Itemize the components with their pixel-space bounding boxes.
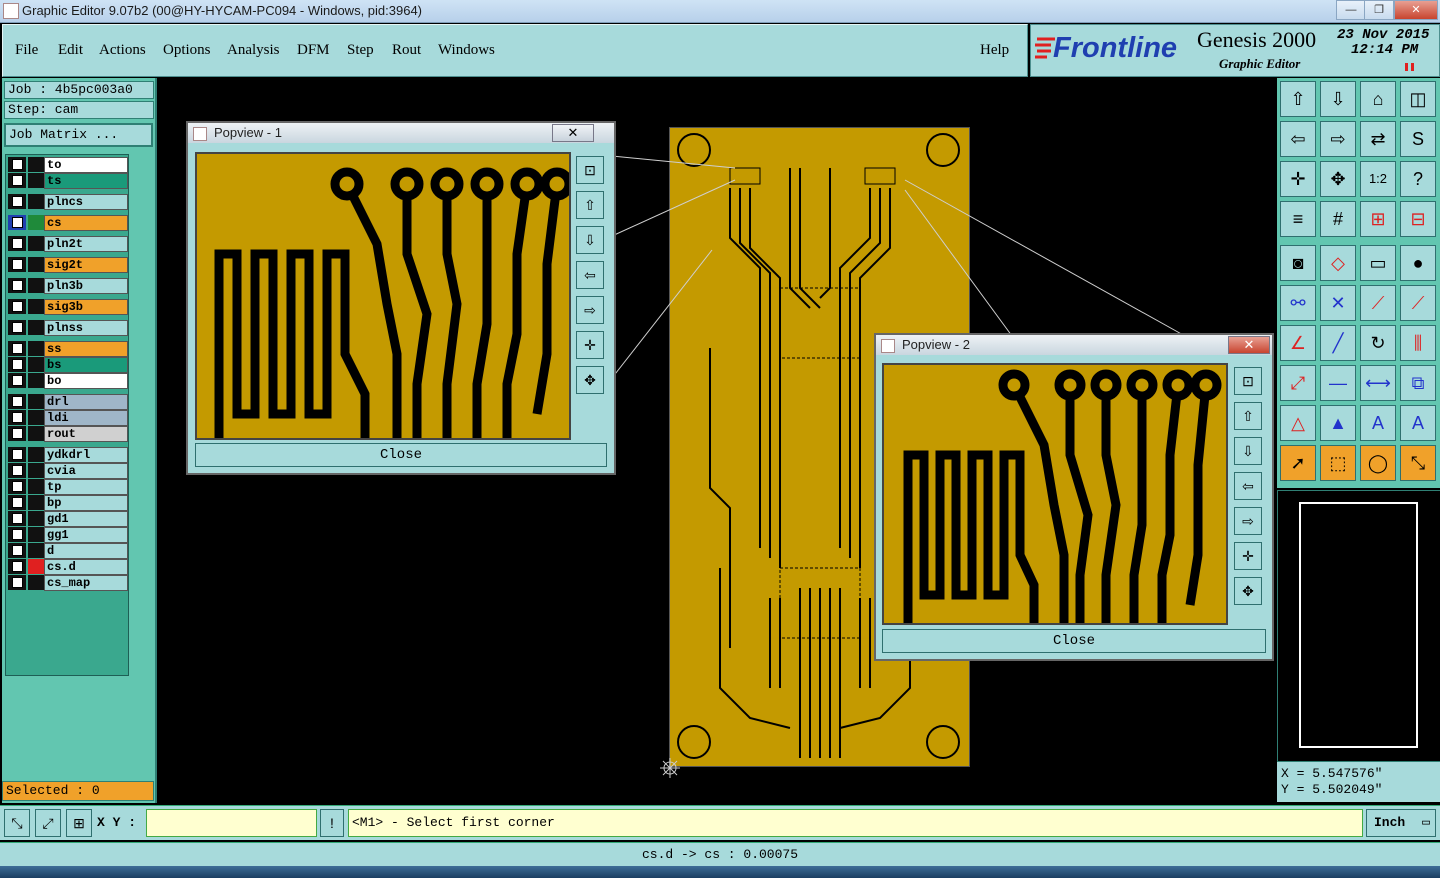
pointer-box-icon[interactable]: ⬚ (1320, 445, 1356, 481)
connect-icon[interactable]: ⚯ (1280, 285, 1316, 321)
grid-icon[interactable]: # (1320, 201, 1356, 237)
popview-icon (193, 127, 207, 141)
command-bar: ⤡ ⤢ ⊞ X Y : ! <M1> - Select first corner… (0, 805, 1440, 840)
window-split-icon[interactable]: ◫ (1400, 81, 1436, 117)
coord-x: X = 5.547576" (1281, 766, 1383, 781)
tool-palette: ⇧ ⇩ ⌂ ◫ ⇦ ⇨ ⇄ S ✛ ✥ 1:2 ? ≡ # ⊞ ⊟ ◙ ◇ ▭ … (1277, 78, 1440, 488)
zoom-fit-icon[interactable]: ⊡ (1234, 367, 1262, 395)
status-bar: cs.d -> cs : 0.00075 (0, 842, 1440, 867)
zoom-window-icon[interactable]: ⤡ (4, 809, 30, 837)
command-prompt: <M1> - Select first corner (348, 809, 1363, 837)
snap-off-icon[interactable]: ⊟ (1400, 201, 1436, 237)
pointer-circle-icon[interactable]: ◯ (1360, 445, 1396, 481)
zoom-in-icon[interactable]: ✛ (1280, 161, 1316, 197)
line-icon[interactable]: ╱ (1320, 325, 1356, 361)
break-icon[interactable]: — (1320, 365, 1356, 401)
pan-right-icon[interactable]: ⇨ (1234, 507, 1262, 535)
units-value: Inch (1374, 815, 1406, 830)
zoom-in-icon[interactable]: ✛ (1234, 542, 1262, 570)
zoom-out-icon[interactable]: ✥ (1234, 577, 1262, 605)
zoom-out-icon[interactable]: ✥ (1320, 161, 1356, 197)
home-icon[interactable]: ⌂ (1360, 81, 1396, 117)
crosshair-cursor-icon (660, 758, 680, 783)
overview-map[interactable] (1277, 490, 1440, 762)
pointer-icon[interactable]: ➚ (1280, 445, 1316, 481)
dropdown-icon: ▭ (1422, 815, 1430, 830)
pan-up-icon[interactable]: ⇧ (576, 191, 604, 219)
popview-2-window[interactable]: Popview - 2 ✕ ⊡ ⇧ ⇩ ⇦ ⇨ ✛ ✥ Close (874, 333, 1274, 661)
mirror-icon[interactable]: ⇄ (1360, 121, 1396, 157)
popview-1-canvas[interactable] (195, 152, 574, 440)
os-taskbar (0, 866, 1440, 878)
pan-right-icon[interactable]: ⇨ (576, 296, 604, 324)
pan-down-icon[interactable]: ⇩ (1234, 437, 1262, 465)
pan-down-icon[interactable]: ⇩ (576, 226, 604, 254)
snap-grid-icon[interactable]: ⊞ (66, 809, 92, 837)
units-selector[interactable]: Inch ▭ (1366, 809, 1436, 837)
redraw-icon[interactable]: S (1400, 121, 1436, 157)
popview-1-close-x[interactable]: ✕ (552, 124, 594, 142)
cross-icon[interactable]: ✕ (1320, 285, 1356, 321)
coord-y: Y = 5.502049" (1281, 782, 1383, 797)
ruler-icon[interactable]: ▭ (1360, 245, 1396, 281)
pan-up-icon[interactable]: ⇧ (1234, 402, 1262, 430)
pointer-multi-icon[interactable]: ⤡ (1400, 445, 1436, 481)
zoom-down-icon[interactable]: ⇩ (1320, 81, 1356, 117)
pad-icon[interactable]: ● (1400, 245, 1436, 281)
rotate-icon[interactable]: ↻ (1360, 325, 1396, 361)
settings-icon[interactable]: ≡ (1280, 201, 1316, 237)
popview-icon (881, 339, 895, 353)
help-icon[interactable]: ? (1400, 161, 1436, 197)
popview-1-title: Popview - 1 (188, 123, 614, 143)
triangle-up-icon[interactable]: ▲ (1320, 405, 1356, 441)
popview-2-canvas[interactable] (882, 363, 1228, 625)
popview-2-close-button[interactable]: Close (882, 629, 1266, 653)
pan-left-icon[interactable]: ⇦ (576, 261, 604, 289)
move-icon[interactable]: ⤢ (1280, 365, 1316, 401)
popview-2-toolbar: ⊡ ⇧ ⇩ ⇦ ⇨ ✛ ✥ (1230, 363, 1266, 621)
popview-2-close-x[interactable]: ✕ (1228, 336, 1270, 354)
overview-viewport[interactable] (1299, 502, 1418, 748)
popview-1-window[interactable]: Popview - 1 ✕ ⊡ ⇧ ⇩ ⇦ ⇨ ✛ ✥ Close (186, 121, 616, 475)
merge-icon[interactable]: ⧉ (1400, 365, 1436, 401)
a-shape-icon[interactable]: A (1360, 405, 1396, 441)
zoom-home-icon[interactable]: ⇧ (1280, 81, 1316, 117)
line-pad-icon[interactable]: ⟋ (1360, 285, 1396, 321)
xy-input[interactable] (146, 809, 317, 837)
zoom-out-icon[interactable]: ✥ (576, 366, 604, 394)
coordinate-readout: X = 5.547576" Y = 5.502049" (1277, 762, 1440, 802)
zoom-in-icon[interactable]: ✛ (576, 331, 604, 359)
a-measure-icon[interactable]: A (1400, 405, 1436, 441)
zoom-fit-icon[interactable]: ⊡ (576, 156, 604, 184)
status-text: cs.d -> cs : 0.00075 (641, 847, 799, 862)
popview-1-toolbar: ⊡ ⇧ ⇩ ⇦ ⇨ ✛ ✥ (572, 152, 608, 436)
select-area-icon[interactable]: ◇ (1320, 245, 1356, 281)
snap-icon[interactable]: ⊞ (1360, 201, 1396, 237)
alert-icon[interactable]: ! (320, 809, 344, 837)
zoom-area-icon[interactable]: ⤢ (35, 809, 61, 837)
angle-icon[interactable]: ∠ (1280, 325, 1316, 361)
distance-icon[interactable]: ⫼ (1400, 325, 1436, 361)
popview-1-close-button[interactable]: Close (195, 443, 607, 467)
pan-right-icon[interactable]: ⇨ (1320, 121, 1356, 157)
popview-2-title: Popview - 2 (876, 335, 1272, 355)
measure-icon[interactable]: ⟷ (1360, 365, 1396, 401)
scale-1-2-icon[interactable]: 1:2 (1360, 161, 1396, 197)
xy-label: X Y : (97, 815, 137, 830)
triangle-icon[interactable]: △ (1280, 405, 1316, 441)
select-pad-icon[interactable]: ◙ (1280, 245, 1316, 281)
pan-left-icon[interactable]: ⇦ (1280, 121, 1316, 157)
pan-left-icon[interactable]: ⇦ (1234, 472, 1262, 500)
line-end-icon[interactable]: ⟋ (1400, 285, 1436, 321)
